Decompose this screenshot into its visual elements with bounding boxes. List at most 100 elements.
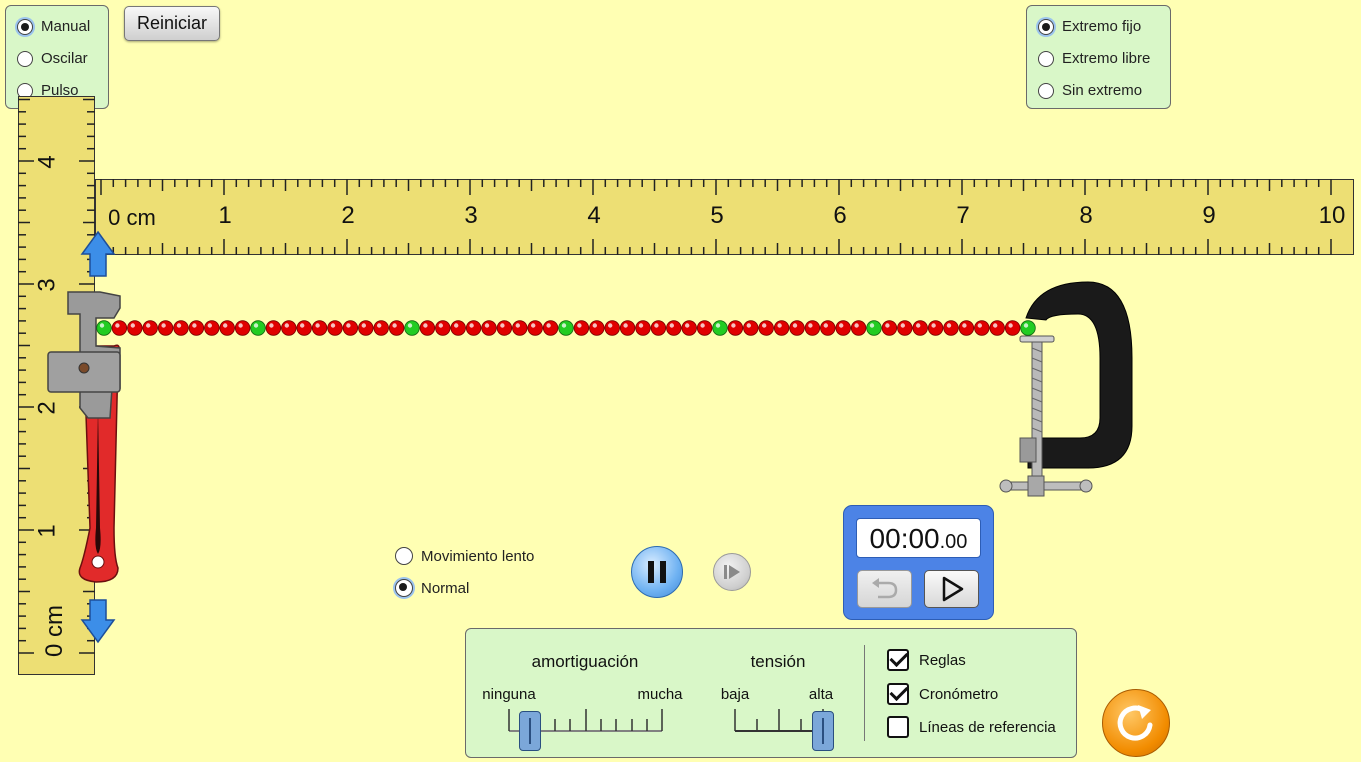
- horizontal-ruler[interactable]: 0 cm 1 2 3 4 5 6 7 8 9 10: [95, 179, 1354, 255]
- tension-min-label: baja: [720, 686, 750, 703]
- bead-highlight: [669, 323, 674, 328]
- radio-fixed-end[interactable]: [1038, 18, 1054, 35]
- bead: [188, 320, 205, 336]
- bead-highlight: [977, 323, 982, 328]
- bead: [527, 320, 543, 336]
- bead: [465, 320, 482, 336]
- horizontal-ruler-label-4: 4: [587, 202, 601, 229]
- check-label: Cronómetro: [919, 685, 999, 703]
- bead: [850, 320, 867, 336]
- bead-highlight: [931, 323, 936, 328]
- pause-icon: [648, 561, 666, 583]
- checkbox-stopwatch[interactable]: Cronómetro: [887, 683, 998, 705]
- bead: [897, 320, 913, 336]
- bead-highlight: [839, 323, 844, 328]
- bead-highlight: [946, 323, 952, 328]
- bead: [342, 320, 359, 336]
- end-option-loose[interactable]: Extremo libre: [1038, 50, 1150, 67]
- bead-reference: [558, 320, 574, 336]
- bead: [635, 320, 651, 336]
- wrench-down-arrow-icon: [80, 599, 116, 644]
- bead: [604, 320, 620, 336]
- mode-panel: Manual Oscilar Pulso: [5, 5, 109, 109]
- divider: [864, 645, 865, 741]
- horizontal-ruler-label-3: 3: [464, 202, 478, 229]
- stopwatch-reset-button[interactable]: [857, 570, 912, 608]
- pause-button[interactable]: [631, 546, 683, 598]
- bead: [265, 320, 282, 336]
- bead: [743, 320, 759, 336]
- bead-highlight: [577, 323, 582, 328]
- check-stopwatch-box[interactable]: [887, 683, 909, 705]
- bead-highlight: [592, 323, 597, 328]
- bead: [758, 320, 774, 336]
- bead-highlight: [392, 323, 397, 328]
- play-icon: [942, 576, 963, 602]
- bead: [496, 320, 513, 336]
- bead: [619, 320, 636, 336]
- bead: [435, 320, 451, 336]
- vertical-ruler-label-4: 4: [33, 155, 61, 169]
- checkbox-reference-lines[interactable]: Líneas de referencia: [887, 716, 1056, 738]
- mode-option-manual[interactable]: Manual: [17, 18, 90, 35]
- check-reference-lines-box[interactable]: [887, 716, 909, 738]
- tension-max-label: alta: [808, 686, 834, 703]
- bead-reference: [250, 320, 266, 336]
- bead: [666, 320, 682, 336]
- radio-oscillate[interactable]: [17, 50, 33, 67]
- bead: [589, 320, 605, 336]
- damping-min-label: ninguna: [482, 686, 536, 703]
- bead-highlight: [638, 323, 644, 328]
- speed-option-slow[interactable]: Movimiento lento: [395, 547, 534, 565]
- checkbox-rulers[interactable]: Reglas: [887, 649, 966, 671]
- bead-highlight: [916, 323, 921, 328]
- damping-slider-thumb[interactable]: [519, 711, 542, 751]
- bead: [696, 320, 713, 336]
- radio-slow-motion[interactable]: [395, 547, 413, 565]
- bead-highlight: [161, 323, 166, 328]
- check-label: Líneas de referencia: [919, 718, 1056, 736]
- reset-all-button[interactable]: [1102, 689, 1170, 757]
- bead-reference: [866, 320, 882, 336]
- bead-highlight: [900, 323, 905, 328]
- bead-highlight: [438, 323, 443, 328]
- bead: [789, 320, 805, 336]
- bead: [804, 320, 821, 336]
- bead: [927, 320, 944, 336]
- mode-option-oscillate[interactable]: Oscilar: [17, 50, 88, 67]
- horizontal-ruler-label-9: 9: [1202, 202, 1216, 229]
- radio-no-end[interactable]: [1038, 82, 1054, 99]
- wrench-up-arrow-icon: [80, 230, 116, 277]
- bead-highlight: [454, 323, 459, 328]
- rewind-icon: [871, 578, 897, 599]
- bead-highlight: [546, 323, 551, 328]
- stopwatch-display: 00:00.00: [856, 518, 981, 558]
- reset-button[interactable]: Reiniciar: [124, 6, 220, 41]
- mode-option-label: Oscilar: [41, 50, 88, 67]
- bead: [311, 320, 328, 336]
- step-button[interactable]: [713, 553, 751, 591]
- end-panel: Extremo fijo Extremo libre Sin extremo: [1026, 5, 1171, 109]
- reset-all-icon: [1117, 705, 1153, 741]
- stopwatch[interactable]: 00:00.00: [843, 505, 994, 620]
- bead: [204, 320, 220, 336]
- check-rulers-box[interactable]: [887, 649, 909, 671]
- bead-highlight: [993, 323, 998, 328]
- speed-option-normal[interactable]: Normal: [395, 579, 469, 597]
- bead: [835, 320, 851, 336]
- radio-loose-end[interactable]: [1038, 50, 1054, 67]
- bead-highlight: [854, 323, 859, 328]
- bead: [173, 320, 189, 336]
- tension-slider-thumb[interactable]: [812, 711, 834, 751]
- bead-highlight: [130, 323, 135, 328]
- bead-highlight: [531, 323, 536, 328]
- radio-manual[interactable]: [17, 18, 33, 35]
- bead-highlight: [269, 323, 274, 328]
- bead: [943, 320, 959, 336]
- end-option-fixed[interactable]: Extremo fijo: [1038, 18, 1141, 35]
- tension-title: tensión: [750, 652, 806, 671]
- wrench-icon[interactable]: [40, 228, 130, 648]
- stopwatch-play-button[interactable]: [924, 570, 979, 608]
- radio-normal[interactable]: [395, 579, 413, 597]
- end-option-none[interactable]: Sin extremo: [1038, 82, 1142, 99]
